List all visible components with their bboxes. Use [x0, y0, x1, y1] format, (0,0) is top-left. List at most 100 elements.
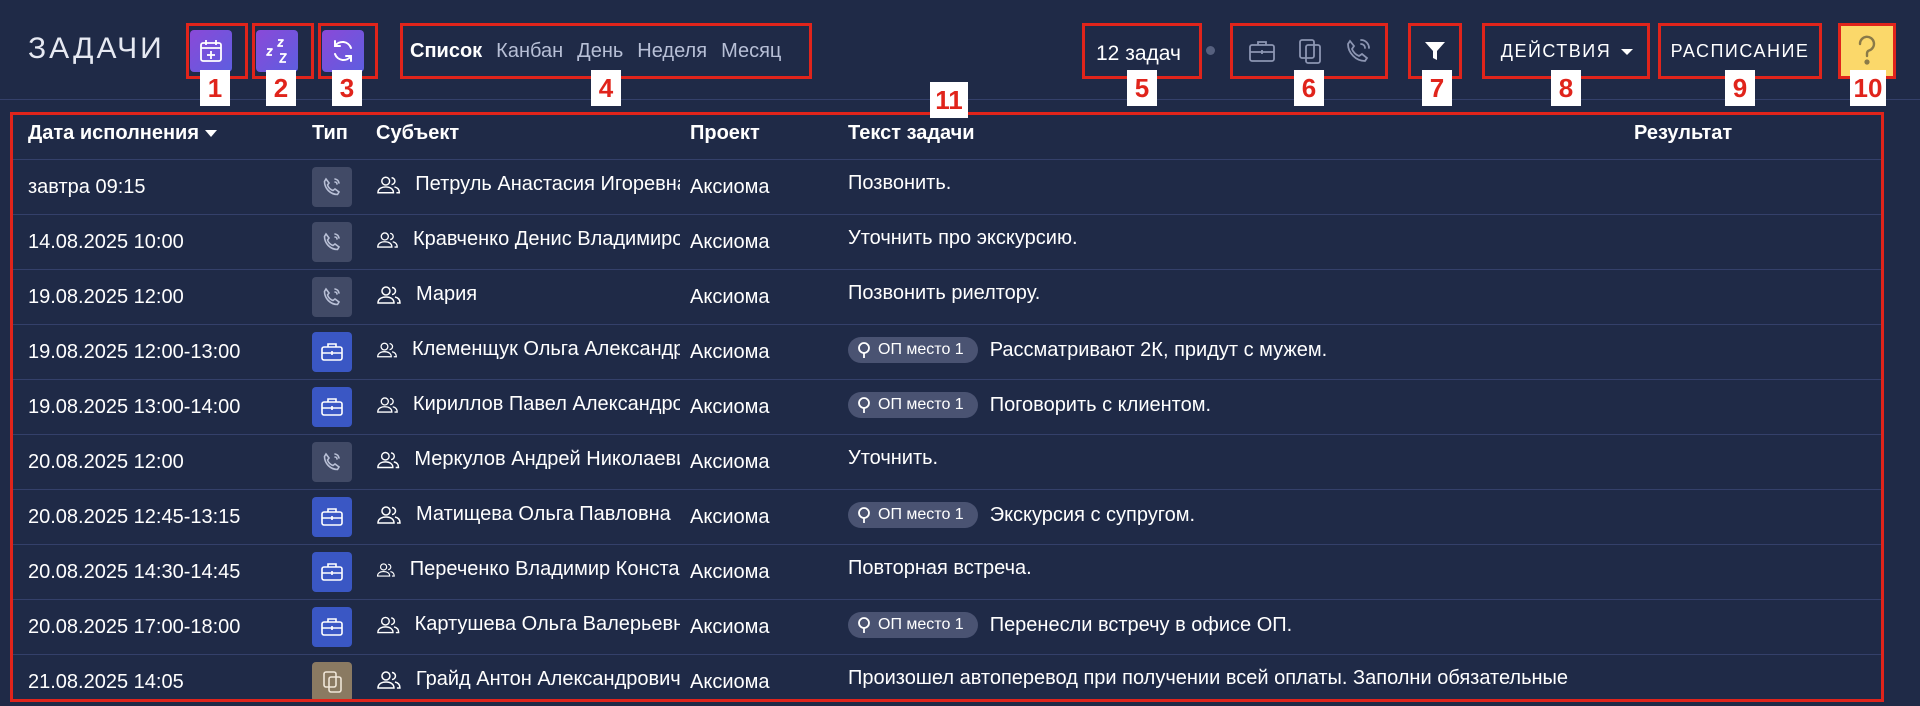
table-row[interactable]: 20.08.2025 12:45-13:15 Матищева Ольга Пав…	[10, 490, 1882, 545]
marker-9: 9	[1725, 70, 1755, 106]
table-row[interactable]: 19.08.2025 12:00-13:00 Клеменщук Ольга Ал…	[10, 325, 1882, 380]
contacts-icon	[377, 285, 401, 304]
table-row[interactable]: 14.08.2025 10:00 Кравченко Денис Владимир…	[10, 215, 1882, 270]
marker-2: 2	[266, 70, 296, 106]
cell-subject[interactable]: Петруль Анастасия Игоревна	[376, 173, 680, 196]
phone-call-icon	[312, 222, 352, 262]
briefcase-icon	[312, 387, 352, 427]
actions-label: ДЕЙСТВИЯ	[1500, 40, 1612, 61]
cell-text: ОП место 1 Поговорить с клиентом.	[848, 392, 1211, 418]
location-pin-icon	[858, 342, 870, 358]
badge-label: ОП место 1	[878, 341, 964, 358]
column-result[interactable]: Результат	[1634, 122, 1732, 145]
subject-name: Кравченко Денис Владимирович	[412, 228, 680, 250]
refresh-button[interactable]	[322, 30, 364, 72]
briefcase-icon	[312, 497, 352, 537]
subject-name: Кириллов Павел Александрович	[412, 393, 680, 415]
table-row[interactable]: 20.08.2025 17:00-18:00 Картушева Ольга Ва…	[10, 600, 1882, 655]
table-row[interactable]: 21.08.2025 14:05 Грайд Антон Александрови…	[10, 655, 1882, 700]
contacts-icon	[377, 451, 400, 468]
clipboard-icon[interactable]	[1293, 34, 1327, 68]
cell-text: ОП место 1 Экскурсия с супругом.	[848, 502, 1195, 528]
tab-day[interactable]: День	[577, 40, 623, 63]
cell-subject[interactable]: Клеменщук Ольга Александровна	[376, 338, 680, 361]
cell-date: 20.08.2025 17:00-18:00	[28, 616, 241, 638]
phone-call-icon	[312, 277, 352, 317]
tab-week[interactable]: Неделя	[637, 40, 707, 63]
cell-subject[interactable]: Картушева Ольга Валерьевна	[376, 613, 680, 636]
cell-project: Аксиома	[690, 451, 770, 473]
table-row[interactable]: 20.08.2025 12:00 Меркулов Андрей Николаев…	[10, 435, 1882, 490]
marker-4: 4	[591, 70, 621, 106]
location-pin-icon	[858, 397, 870, 413]
contacts-icon	[377, 505, 401, 524]
column-type[interactable]: Тип	[312, 122, 348, 145]
task-text: Поговорить с клиентом.	[989, 393, 1212, 416]
task-text: Позвонить.	[848, 172, 952, 194]
column-project[interactable]: Проект	[690, 122, 760, 145]
subject-name: Картушева Ольга Валерьевна	[414, 613, 680, 635]
table-row[interactable]: 20.08.2025 14:30-14:45 Переченко Владимир…	[10, 545, 1882, 600]
column-date[interactable]: Дата исполнения	[28, 122, 218, 145]
cell-project: Аксиома	[690, 176, 770, 198]
funnel-icon	[1425, 42, 1445, 60]
cell-text: Позвонить риелтору.	[848, 282, 1040, 305]
cell-date: 20.08.2025 14:30-14:45	[28, 561, 241, 583]
snooze-button[interactable]	[256, 30, 298, 72]
subject-name: Клеменщук Ольга Александровна	[412, 338, 680, 360]
marker-7: 7	[1422, 70, 1452, 106]
badge-label: ОП место 1	[878, 506, 964, 523]
separator-dot	[1206, 46, 1215, 55]
tab-kanban[interactable]: Канбан	[496, 40, 563, 63]
cell-subject[interactable]: Матищева Ольга Павловна	[376, 503, 680, 526]
cell-subject[interactable]: Кириллов Павел Александрович	[376, 393, 680, 416]
cell-project: Аксиома	[690, 396, 770, 418]
tasks-table: Дата исполнения Тип Субъект Проект Текст…	[10, 114, 1882, 700]
cell-subject[interactable]: Мария	[376, 283, 680, 306]
add-task-button[interactable]	[190, 30, 232, 72]
task-text: Экскурсия с супругом.	[989, 503, 1196, 526]
briefcase-icon	[312, 552, 352, 592]
marker-5: 5	[1127, 70, 1157, 106]
cell-project: Аксиома	[690, 341, 770, 363]
cell-text: ОП место 1 Перенесли встречу в офисе ОП.	[848, 612, 1292, 638]
sleep-zzz-icon	[266, 39, 287, 63]
tab-month[interactable]: Месяц	[721, 40, 781, 63]
phone-call-icon[interactable]	[1341, 34, 1375, 68]
table-row[interactable]: 19.08.2025 13:00-14:00 Кириллов Павел Але…	[10, 380, 1882, 435]
briefcase-icon	[312, 332, 352, 372]
cell-date: 19.08.2025 12:00	[28, 286, 184, 308]
column-text[interactable]: Текст задачи	[848, 122, 975, 145]
contacts-icon	[377, 231, 398, 248]
cell-subject[interactable]: Меркулов Андрей Николаевич	[376, 448, 680, 471]
cell-date: 19.08.2025 12:00-13:00	[28, 341, 241, 363]
cell-subject[interactable]: Грайд Антон Александрович	[376, 668, 680, 691]
sort-desc-icon	[205, 130, 218, 138]
cell-date: 19.08.2025 13:00-14:00	[28, 396, 241, 418]
task-text: Уточнить.	[848, 447, 939, 469]
cell-subject[interactable]: Переченко Владимир Константинович	[376, 558, 680, 581]
task-text: Позвонить риелтору.	[848, 282, 1041, 304]
task-count: 12 задач	[1096, 42, 1181, 65]
table-row[interactable]: завтра 09:15 Петруль Анастасия Игоревна Ак…	[10, 160, 1882, 215]
contacts-icon	[377, 342, 397, 357]
contacts-icon	[376, 562, 395, 577]
chevron-down-icon	[1621, 49, 1634, 55]
marker-11: 11	[930, 82, 968, 118]
cell-subject[interactable]: Кравченко Денис Владимирович	[376, 228, 680, 251]
table-row[interactable]: 19.08.2025 12:00 Мария Аксиома Позвонить ри…	[10, 270, 1882, 325]
location-pin-icon	[858, 617, 870, 633]
question-mark-icon	[1858, 35, 1876, 65]
briefcase-icon[interactable]	[1245, 34, 1279, 68]
contacts-icon	[377, 176, 401, 193]
subject-name: Матищева Ольга Павловна	[416, 503, 671, 525]
phone-call-icon	[312, 167, 352, 207]
task-text: Произошел автоперевод при получении всей…	[848, 667, 1569, 689]
calendar-plus-icon	[200, 40, 222, 62]
cell-text: Уточнить про экскурсию.	[848, 227, 1078, 250]
column-subject[interactable]: Субъект	[376, 122, 459, 145]
subject-name: Петруль Анастасия Игоревна	[415, 173, 680, 195]
tab-list[interactable]: Список	[410, 40, 482, 63]
badge-label: ОП место 1	[878, 616, 964, 633]
contacts-icon	[377, 670, 401, 689]
